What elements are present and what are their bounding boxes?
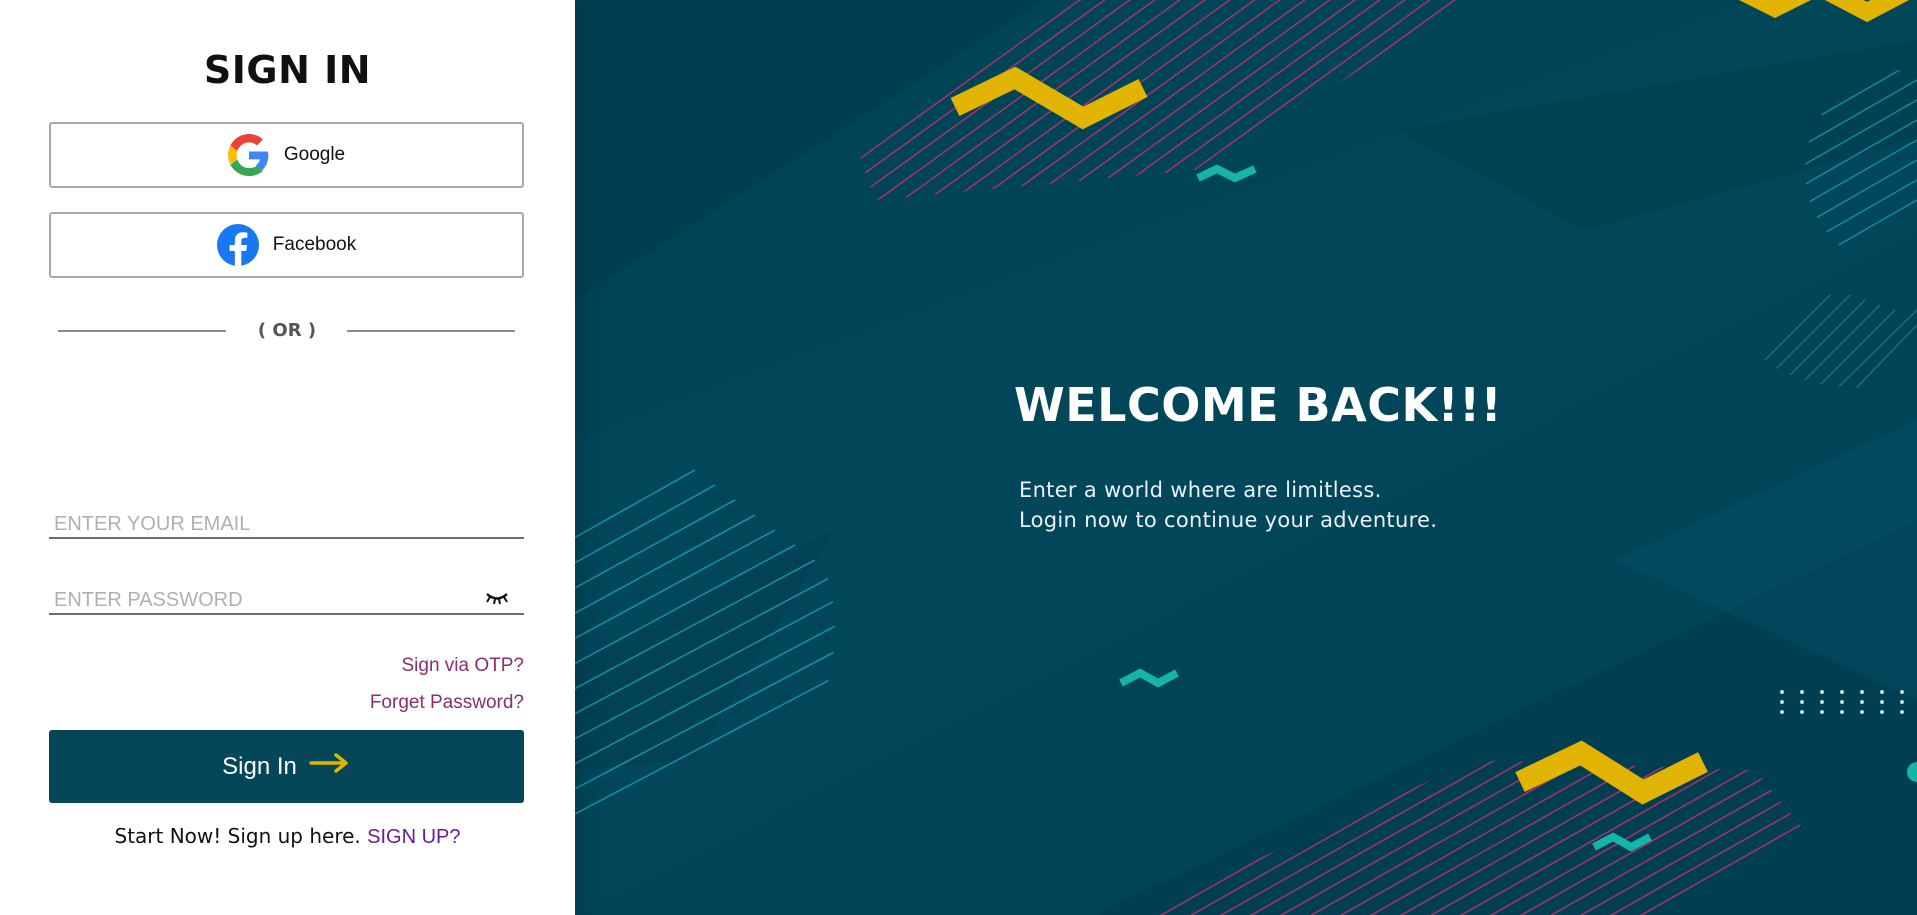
forget-password-link[interactable]: Forget Password? <box>370 692 524 714</box>
welcome-subtitle-line-1: Enter a world where are limitless. <box>1019 478 1382 502</box>
welcome-subtitle-line-2: Login now to continue your adventure. <box>1019 508 1438 532</box>
email-input[interactable] <box>49 503 524 539</box>
google-signin-button[interactable]: Google <box>49 122 524 188</box>
divider-line-right <box>347 330 515 332</box>
password-input[interactable] <box>49 579 524 615</box>
facebook-icon <box>216 224 259 266</box>
google-icon <box>227 134 270 176</box>
facebook-label: Facebook <box>272 234 357 255</box>
signin-panel: SIGN IN Google Facebook ( OR ) ENTER YOU… <box>0 0 575 915</box>
sign-in-button-label: Sign In <box>222 752 297 780</box>
hero-background-art <box>575 0 1917 915</box>
eye-closed-icon[interactable] <box>484 589 510 607</box>
signup-prompt: Start Now! Sign up here. <box>114 824 361 848</box>
divider-line-left <box>58 330 226 332</box>
welcome-subtitle: Enter a world where are limitless. Login… <box>1019 475 1437 535</box>
sign-via-otp-link[interactable]: Sign via OTP? <box>402 655 525 677</box>
google-label: Google <box>283 144 346 165</box>
or-divider-text: ( OR ) <box>257 320 317 341</box>
arrow-right-icon <box>309 752 351 781</box>
welcome-heading: WELCOME BACK!!! <box>1014 378 1503 432</box>
signin-title: SIGN IN <box>203 48 372 92</box>
facebook-signin-button[interactable]: Facebook <box>49 212 524 278</box>
signup-row: Start Now! Sign up here. SIGN UP? <box>0 824 575 849</box>
welcome-hero-panel: WELCOME BACK!!! Enter a world where are … <box>575 0 1917 915</box>
sign-in-button[interactable]: Sign In <box>49 730 524 803</box>
sign-up-link[interactable]: SIGN UP? <box>367 826 460 848</box>
